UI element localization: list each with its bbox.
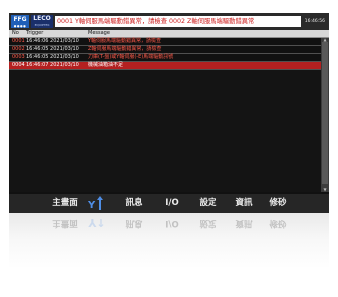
message-button[interactable]: 訊息 [119, 196, 149, 211]
column-header-message[interactable]: Message [88, 30, 110, 37]
hmi-screen: FFG ●●●● LECO EQUIPTEK 0001 Y軸伺服馬端驅動錯異常，… [9, 13, 329, 213]
xy-axis-reflection-icon: Y↑ [88, 216, 106, 229]
svg-text:Y: Y [87, 200, 96, 211]
alarm-list: 0001 16:46:06 2021/03/10 Y軸伺服馬端驅動錯異常，請檢查… [9, 38, 329, 70]
main-screen-button[interactable]: 主畫面 [47, 196, 83, 211]
row-message: 機械油箱油不足 [88, 62, 124, 68]
main-screen-reflection: 主畫面 [52, 218, 78, 228]
ffg-logo: FFG ●●●● [11, 15, 29, 28]
table-row[interactable]: 0002 16:46:05 2021/03/10 Z軸伺服馬端驅動錯異常，請檢查 [9, 46, 329, 54]
row-no: 0002 [12, 46, 25, 52]
empty-list-area [9, 70, 321, 192]
row-trigger: 16:46:07 2021/03/10 [26, 62, 79, 68]
screen-reflection: 主畫面 Y↑ 訊息 I/O 設定 資訊 修砂 [9, 213, 329, 283]
ffg-logo-dots: ●●●● [13, 24, 27, 28]
row-trigger: 16:46:05 2021/03/10 [26, 46, 79, 52]
settings-button[interactable]: 設定 [193, 196, 223, 211]
message-reflection: 訊息 [125, 218, 143, 228]
xy-axis-svg: Y [87, 196, 103, 211]
row-trigger: 16:46:05 2021/03/10 [26, 54, 79, 60]
bottom-toolbar: 主畫面 Y 訊息 I/O 設定 資訊 修砂 [9, 194, 329, 213]
toolbar-reflection: 主畫面 Y↑ 訊息 I/O 設定 資訊 修砂 [9, 213, 329, 232]
table-row[interactable]: 0003 16:46:05 2021/03/10 刀庫(T-盤)或Y軸伺服(-E… [9, 54, 329, 62]
xy-axis-icon[interactable]: Y [87, 196, 107, 211]
column-header-trigger[interactable]: Trigger [26, 30, 43, 37]
dressing-button[interactable]: 修砂 [263, 196, 293, 211]
clock-display: 16:46:56 [304, 19, 325, 24]
table-row[interactable]: 0001 16:46:06 2021/03/10 Y軸伺服馬端驅動錯異常，請檢查 [9, 38, 329, 46]
row-no: 0003 [12, 54, 25, 60]
leco-logo-subtext: EQUIPTEK [34, 23, 50, 27]
leco-logo-text: LECO [33, 15, 51, 22]
io-button[interactable]: I/O [160, 196, 184, 211]
table-row-selected[interactable]: 0004 16:46:07 2021/03/10 機械油箱油不足 [9, 62, 329, 70]
dressing-reflection: 修砂 [269, 218, 287, 228]
scrollbar-thumb[interactable] [322, 42, 328, 184]
leco-logo: LECO EQUIPTEK [31, 15, 53, 28]
column-header-no[interactable]: No [12, 30, 19, 37]
row-no: 0004 [12, 62, 25, 68]
ffg-logo-text: FFG [13, 16, 27, 23]
table-header: No Trigger Message [9, 30, 329, 38]
row-message: 刀庫(T-盤)或Y軸伺服(-E)馬端驅動訊號 [88, 54, 174, 60]
alarm-marquee: 0001 Y軸伺服馬端驅動錯異常，請檢查 0002 Z軸伺服馬端驅動錯異常 [55, 16, 301, 27]
vertical-scrollbar[interactable]: ▲ ▼ [321, 38, 329, 192]
row-message: Z軸伺服馬端驅動錯異常，請檢查 [88, 46, 162, 52]
row-trigger: 16:46:06 2021/03/10 [26, 38, 79, 44]
info-reflection: 資訊 [235, 218, 253, 228]
scroll-down-arrow-icon[interactable]: ▼ [321, 188, 329, 192]
io-reflection: I/O [165, 218, 179, 228]
settings-reflection: 設定 [199, 218, 217, 228]
header-bar: FFG ●●●● LECO EQUIPTEK 0001 Y軸伺服馬端驅動錯異常，… [9, 13, 329, 30]
row-no: 0001 [12, 38, 25, 44]
row-message: Y軸伺服馬端驅動錯異常，請檢查 [88, 38, 162, 44]
info-button[interactable]: 資訊 [229, 196, 259, 211]
